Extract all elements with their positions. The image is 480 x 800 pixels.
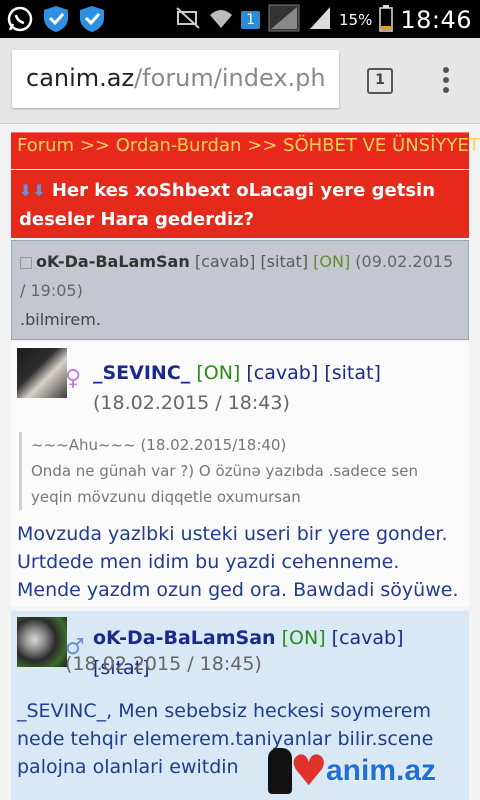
avatar[interactable]: [17, 617, 67, 667]
couple-logo-icon: [268, 748, 292, 794]
breadcrumb-forum[interactable]: Forum: [17, 135, 74, 156]
shield-icon: [42, 4, 70, 38]
breadcrumb-ordan-burdan[interactable]: Ordan-Burdan: [116, 135, 242, 156]
post-author[interactable]: oK-Da-BaLamSan: [93, 627, 276, 649]
tab-switcher-button[interactable]: 1: [367, 68, 393, 94]
post-author[interactable]: oK-Da-BaLamSan: [36, 252, 190, 271]
url-text: canim.az/forum/index.ph: [26, 64, 326, 92]
signal-icon: [267, 3, 301, 37]
browser-toolbar: canim.az/forum/index.ph 1: [0, 38, 480, 124]
quote-link[interactable]: [sitat]: [324, 362, 381, 384]
forum-post: ♀ _SEVINC_ [ON] [cavab] [sitat] (18.02.2…: [11, 342, 469, 607]
status-icon: [20, 256, 32, 269]
forum-page: Forum >> Ordan-Burdan >> SÖHBET VE ÜNSİY…: [0, 124, 480, 800]
topic-title-text: Her kes xoShbext oLacagi yere getsin des…: [19, 180, 436, 230]
reply-link[interactable]: [cavab]: [332, 627, 404, 649]
quote-text: Onda ne günah var ?) O özünə yazıbda .sa…: [31, 462, 418, 506]
post-message: Movzuda yazlbki usteki useri bir yere go…: [17, 523, 459, 601]
shield-icon: [78, 4, 106, 38]
battery-percent: 15%: [338, 11, 373, 29]
overflow-menu-icon[interactable]: [441, 67, 451, 97]
online-status: [ON]: [313, 252, 351, 271]
breadcrumb-separator: >>: [79, 135, 110, 156]
clock: 18:46: [400, 6, 472, 34]
online-status: [ON]: [196, 362, 241, 384]
post-header: _SEVINC_ [ON] [cavab] [sitat] (18.02.201…: [93, 358, 465, 418]
heart-logo-icon: ♥: [290, 746, 328, 795]
quote-header: ~~~Ahu~~~ (18.02.2015/18:40): [31, 436, 287, 454]
down-arrows-icon: ⬇⬇: [19, 181, 46, 200]
reply-link[interactable]: [cavab]: [246, 362, 318, 384]
post-message: .bilmirem.: [20, 310, 101, 329]
post-author[interactable]: _SEVINC_: [93, 362, 190, 384]
wifi-icon: [208, 6, 234, 34]
battery-icon: [379, 4, 394, 36]
topic-title: ⬇⬇ Her kes xoShbext oLacagi yere getsin d…: [11, 170, 469, 238]
post-time: 19:05): [30, 281, 83, 300]
breadcrumb: Forum >> Ordan-Burdan >> SÖHBET VE ÜNSİY…: [11, 132, 480, 169]
post-header: oK-Da-BaLamSan [cavab] [sitat] [ON] (09.…: [20, 247, 460, 305]
mute-icon: [175, 6, 201, 34]
site-watermark: ♥ anim.az: [268, 744, 468, 800]
breadcrumb-section[interactable]: SÖHBET VE ÜNSİYYET: [283, 135, 480, 156]
reply-link[interactable]: [cavab]: [195, 252, 256, 271]
post-date: (18.02.2015 /: [93, 392, 222, 414]
post-date: (18.02.2015 / 18:45): [65, 653, 262, 675]
notification-badge: 1: [241, 11, 260, 29]
breadcrumb-separator: >>: [247, 135, 278, 156]
avatar[interactable]: [17, 348, 67, 398]
online-status: [ON]: [281, 627, 326, 649]
female-icon: ♀: [65, 366, 82, 391]
url-path: /forum/index.ph: [134, 64, 326, 92]
status-bar: 1 15% 18:46: [0, 0, 480, 38]
signal-icon: [308, 5, 332, 35]
post-time: 18:43): [227, 392, 290, 414]
watermark-text: anim.az: [326, 754, 437, 787]
forum-post: oK-Da-BaLamSan [cavab] [sitat] [ON] (09.…: [11, 240, 469, 340]
url-bar[interactable]: canim.az/forum/index.ph: [12, 50, 339, 108]
quote-link[interactable]: [sitat]: [260, 252, 308, 271]
url-host: canim.az: [26, 64, 135, 92]
whatsapp-icon: [6, 5, 34, 37]
quote-block: ~~~Ahu~~~ (18.02.2015/18:40) Onda ne gün…: [19, 432, 459, 510]
